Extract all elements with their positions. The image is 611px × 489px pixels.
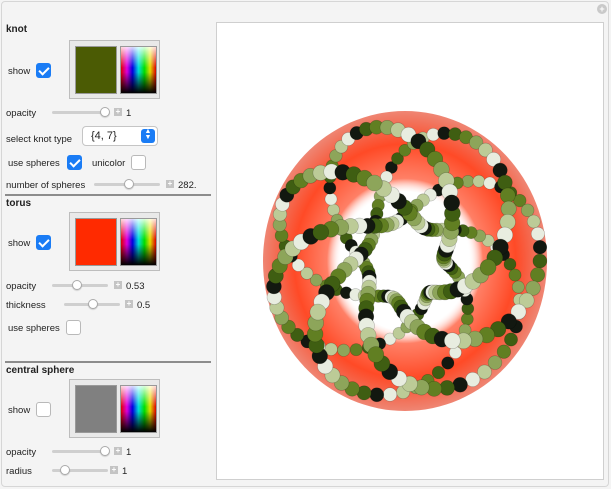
knot-bead [472,174,486,188]
torus-thickness-label: thickness [6,300,46,311]
torus-thickness-plus-icon[interactable]: + [125,300,133,308]
knot-color-picker[interactable] [120,46,157,94]
knot-bead [497,174,513,191]
torus-color-picker[interactable] [120,218,157,266]
torus-color-setter[interactable] [69,212,160,271]
knot-color-swatch [75,46,117,94]
knot-bead [323,181,337,195]
knot-bead [309,303,327,321]
knot-bead [520,203,535,218]
central-sphere-opacity-plus-icon[interactable]: + [114,447,122,455]
torus-show-checkbox[interactable] [36,235,51,250]
knot-bead [503,257,517,271]
central-sphere-radius-label: radius [6,466,32,477]
torus-opacity-value: 0.53 [126,281,145,292]
section-divider [5,361,211,363]
knot-type-value: {4, 7} [91,130,117,142]
knot-bead [461,312,474,326]
knot-bead [483,176,497,190]
knot-opacity-value: 1 [126,108,132,119]
knot-bead [499,187,516,204]
knot-show-checkbox[interactable] [36,63,51,78]
knot-bead [324,192,338,206]
torus-use-spheres-label: use spheres [8,323,60,334]
central-sphere-color-setter[interactable] [69,379,160,438]
num-spheres-value: 282. [178,180,197,191]
central-sphere-radius-plus-icon[interactable]: + [110,466,118,474]
knot-type-select[interactable]: {4, 7} ▲ ▼ [82,126,158,146]
torus-opacity-label: opacity [6,281,37,292]
knot-use-spheres-checkbox[interactable] [67,155,82,170]
knot-color-setter[interactable] [69,40,160,99]
knot-bead [504,332,518,347]
central-sphere-radius-slider-thumb[interactable] [60,465,70,475]
torus-show-label: show [8,238,31,249]
plus-circle-icon[interactable]: + [597,4,607,14]
knot-bead [530,267,546,283]
knot-bead [349,343,363,357]
knot-bead [337,343,351,357]
knot-bead [444,332,461,350]
num-spheres-plus-icon[interactable]: + [166,180,174,188]
knot-bead [532,253,548,269]
torus-heading: torus [6,198,31,209]
section-divider [5,194,211,196]
central-sphere-opacity-value: 1 [126,447,132,458]
torus-opacity-slider-thumb[interactable] [72,280,82,290]
knot-bead [526,214,541,229]
knot-bead [479,259,497,276]
knot-bead [441,356,455,370]
torus-opacity-plus-icon[interactable]: + [114,281,122,289]
central-sphere-show-label: show [8,405,31,416]
knot-bead [461,175,475,188]
knot-show-label: show [8,66,31,77]
knot-type-label: select knot type [6,134,73,145]
num-spheres-label: number of spheres [6,180,86,191]
knot-bead [369,387,385,403]
torus-thickness-slider-thumb[interactable] [88,299,98,309]
knot-bead [530,226,545,241]
control-panel: knot show opacity + 1 select knot type {… [0,0,212,489]
knot-use-spheres-label: use spheres [8,158,60,169]
knot-opacity-plus-icon[interactable]: + [114,108,122,116]
central-sphere-heading: central sphere [6,365,75,376]
central-sphere-color-swatch [75,385,117,433]
knot-bead [312,223,330,241]
knot-bead [366,174,383,192]
num-spheres-slider-thumb[interactable] [124,179,134,189]
knot-bead [532,240,548,255]
knot-bead [367,346,385,363]
knot-opacity-label: opacity [6,108,37,119]
knot-bead [511,280,525,294]
knot-heading: knot [6,24,28,35]
knot-bead [508,268,522,282]
graphics-3d-canvas[interactable] [216,22,604,480]
up-down-chevron-icon: ▲ ▼ [141,128,155,143]
knot-bead [496,344,512,359]
knot-bead [452,377,468,393]
central-sphere-show-checkbox[interactable] [36,402,51,417]
knot-unicolor-checkbox[interactable] [131,155,146,170]
central-sphere-opacity-label: opacity [6,447,37,458]
knot-unicolor-label: unicolor [92,158,126,169]
knot-opacity-slider-thumb[interactable] [100,107,110,117]
knot-torus-render[interactable] [217,23,603,479]
torus-use-spheres-checkbox[interactable] [66,320,81,335]
knot-bead [443,194,460,212]
torus-color-swatch [75,218,117,266]
torus-thickness-value: 0.5 [137,300,151,311]
knot-bead [431,365,446,380]
central-sphere-radius-value: 1 [122,466,128,477]
central-sphere-opacity-slider-thumb[interactable] [100,446,110,456]
knot-bead [382,387,398,402]
central-sphere-color-picker[interactable] [120,385,157,433]
